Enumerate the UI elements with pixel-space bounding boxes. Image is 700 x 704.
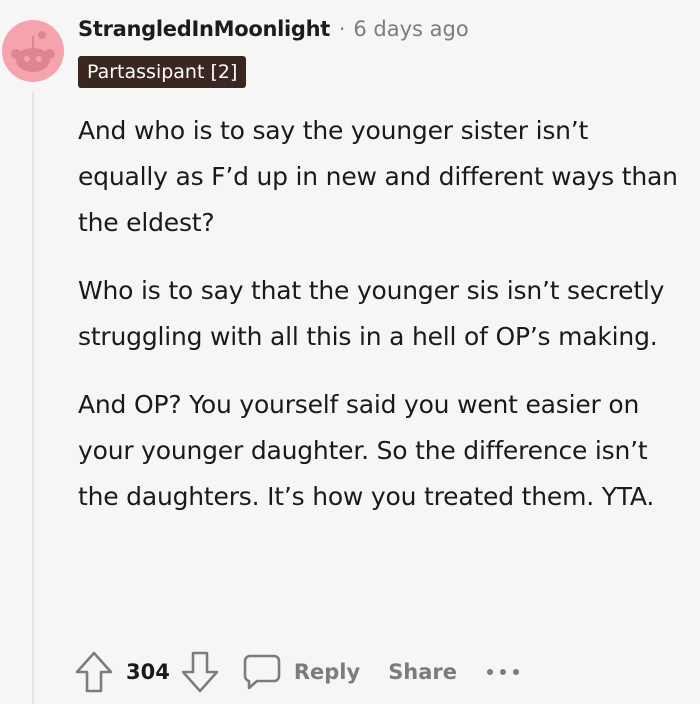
- thread-line[interactable]: [32, 92, 34, 704]
- more-options-button[interactable]: [485, 666, 521, 678]
- more-dots-icon: [487, 669, 520, 675]
- reply-label: Reply: [293, 660, 361, 684]
- upvote-button[interactable]: [74, 650, 114, 694]
- comment-body: And who is to say the younger sister isn…: [78, 108, 678, 542]
- avatar[interactable]: [2, 20, 64, 82]
- comment-actions: 304 Reply Share: [74, 648, 521, 696]
- comment-header: StrangledInMoonlight · 6 days ago: [78, 13, 469, 45]
- share-button[interactable]: Share: [388, 660, 457, 684]
- separator-dot: ·: [339, 17, 346, 41]
- user-flair-badge: Partassipant [2]: [78, 56, 247, 88]
- upvote-arrow-icon: [75, 651, 113, 693]
- comment-paragraph: And who is to say the younger sister isn…: [78, 116, 678, 237]
- vote-score: 304: [126, 660, 170, 684]
- comment-paragraph: Who is to say that the younger sis isn’t…: [78, 276, 665, 351]
- timestamp-link[interactable]: 6 days ago: [353, 17, 468, 41]
- downvote-arrow-icon: [181, 651, 219, 693]
- speech-bubble-icon: [243, 654, 281, 690]
- username-link[interactable]: StrangledInMoonlight: [78, 17, 330, 41]
- downvote-button[interactable]: [180, 650, 220, 694]
- reply-button[interactable]: Reply: [242, 652, 360, 692]
- comment-paragraph: And OP? You yourself said you went easie…: [78, 390, 655, 511]
- snoo-icon: [11, 31, 55, 72]
